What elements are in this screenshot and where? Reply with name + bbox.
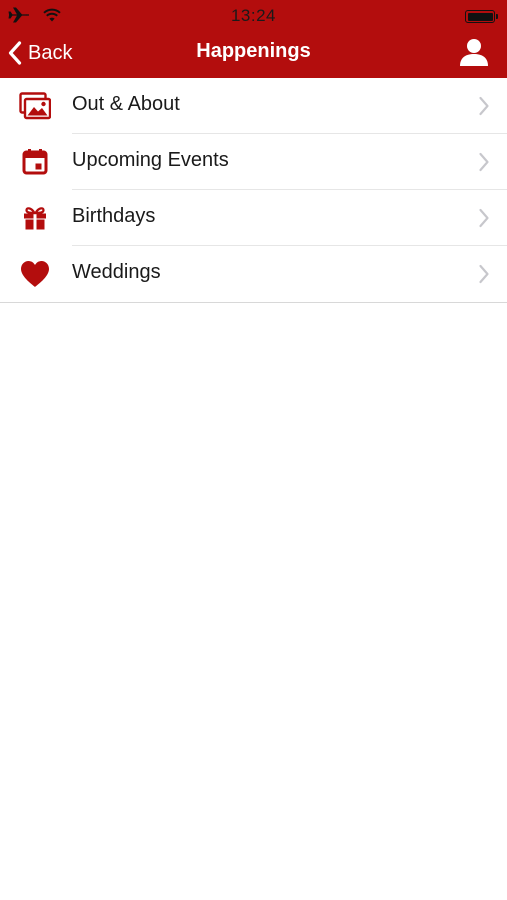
- profile-button[interactable]: [459, 37, 489, 67]
- chevron-right-icon: [478, 96, 490, 116]
- menu-item-label: Upcoming Events: [72, 149, 229, 171]
- menu-item-label: Out & About: [72, 93, 180, 115]
- heart-icon: [19, 258, 51, 290]
- battery-icon: [465, 9, 499, 24]
- chevron-right-icon: [478, 208, 490, 228]
- chevron-right-icon: [478, 152, 490, 172]
- calendar-icon: [19, 146, 51, 178]
- status-bar: 13:24: [0, 0, 507, 34]
- menu-item-weddings[interactable]: Weddings: [0, 246, 507, 302]
- menu-item-label: Birthdays: [72, 205, 156, 227]
- person-icon: [459, 39, 489, 71]
- photos-icon: [19, 90, 51, 122]
- top-bar: 13:24 Back Happenings: [0, 0, 507, 78]
- menu-item-out-and-about[interactable]: Out & About: [0, 78, 507, 134]
- status-time: 13:24: [230, 6, 277, 25]
- screen: 13:24 Back Happenings Out & About Upcomi…: [0, 0, 507, 900]
- menu-item-label: Weddings: [72, 261, 161, 283]
- happenings-menu: Out & About Upcoming Events Birthdays We…: [0, 78, 507, 303]
- chevron-right-icon: [478, 264, 490, 284]
- menu-item-upcoming-events[interactable]: Upcoming Events: [0, 134, 507, 190]
- page-title: Happenings: [196, 40, 311, 62]
- navigation-bar: Back Happenings: [0, 30, 507, 76]
- gift-icon: [19, 202, 51, 234]
- menu-item-birthdays[interactable]: Birthdays: [0, 190, 507, 246]
